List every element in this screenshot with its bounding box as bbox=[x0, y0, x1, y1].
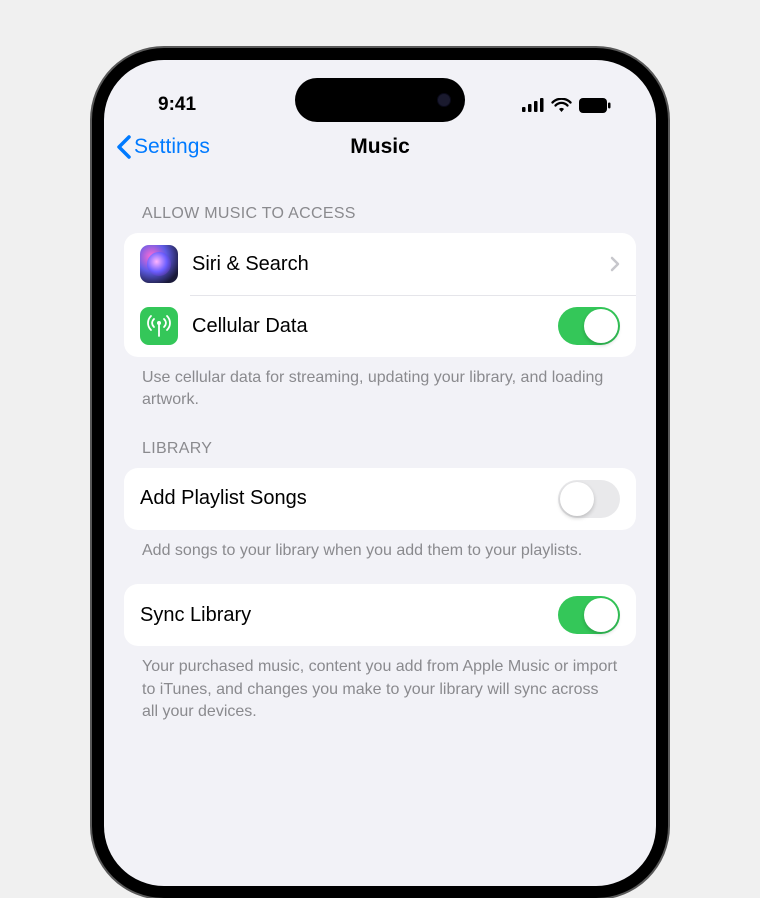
settings-content: ALLOW MUSIC TO ACCESS Siri & Search bbox=[104, 177, 656, 723]
cellular-label: Cellular Data bbox=[192, 315, 558, 338]
phone-screen: 9:41 bbox=[104, 60, 656, 886]
chevron-left-icon bbox=[116, 135, 132, 159]
add-playlist-group: Add Playlist Songs bbox=[124, 468, 636, 530]
back-label: Settings bbox=[134, 135, 210, 159]
status-time: 9:41 bbox=[158, 94, 196, 116]
section-header-access: ALLOW MUSIC TO ACCESS bbox=[124, 177, 636, 233]
sync-library-group: Sync Library bbox=[124, 584, 636, 646]
sync-library-toggle[interactable] bbox=[558, 596, 620, 634]
nav-bar: Settings Music bbox=[104, 125, 656, 177]
dynamic-island bbox=[295, 78, 465, 122]
section-header-library: LIBRARY bbox=[124, 412, 636, 468]
add-playlist-label: Add Playlist Songs bbox=[140, 487, 558, 510]
phone-frame: 9:41 bbox=[92, 48, 668, 898]
antenna-icon bbox=[140, 307, 178, 345]
add-playlist-row: Add Playlist Songs bbox=[124, 468, 636, 530]
back-button[interactable]: Settings bbox=[116, 135, 210, 159]
cellular-data-row: Cellular Data bbox=[124, 295, 636, 357]
siri-search-row[interactable]: Siri & Search bbox=[124, 233, 636, 295]
cellular-data-toggle[interactable] bbox=[558, 307, 620, 345]
sync-label: Sync Library bbox=[140, 604, 558, 627]
cellular-signal-icon bbox=[522, 98, 544, 112]
access-footer: Use cellular data for streaming, updatin… bbox=[124, 357, 636, 412]
sync-footer: Your purchased music, content you add fr… bbox=[124, 646, 636, 723]
camera-icon bbox=[437, 93, 451, 107]
wifi-icon bbox=[551, 98, 572, 113]
sync-library-row: Sync Library bbox=[124, 584, 636, 646]
page-title: Music bbox=[350, 135, 410, 159]
siri-icon bbox=[140, 245, 178, 283]
add-playlist-toggle[interactable] bbox=[558, 480, 620, 518]
access-group: Siri & Search bbox=[124, 233, 636, 357]
add-playlist-footer: Add songs to your library when you add t… bbox=[124, 530, 636, 562]
status-indicators bbox=[522, 98, 611, 113]
siri-label: Siri & Search bbox=[192, 253, 610, 276]
battery-icon bbox=[579, 98, 611, 113]
chevron-right-icon bbox=[610, 256, 620, 272]
